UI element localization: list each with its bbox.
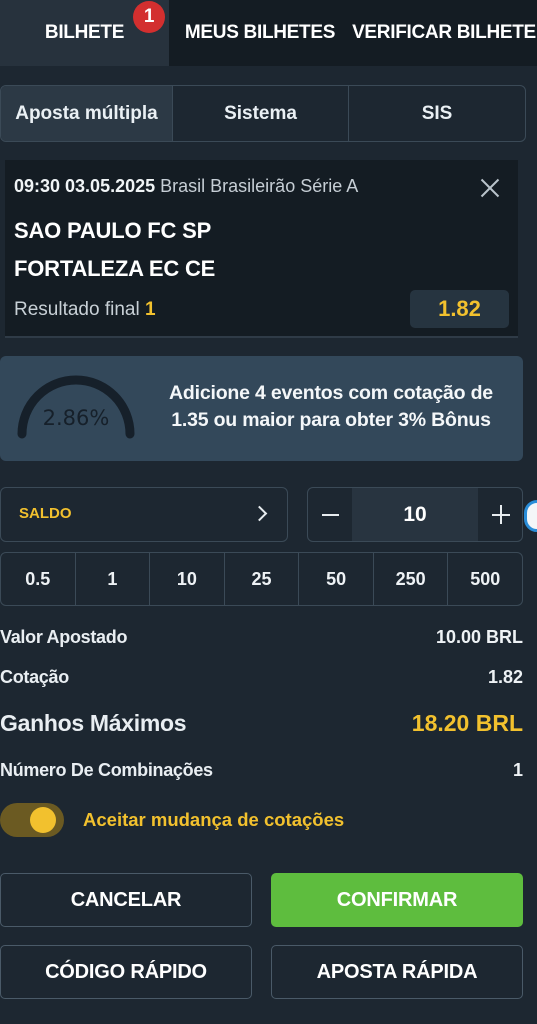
market-label: Resultado final: [14, 299, 140, 320]
market-selection: 1: [144, 299, 156, 320]
remove-event-close-icon[interactable]: [479, 177, 501, 199]
cancel-button[interactable]: CANCELAR: [0, 873, 252, 927]
odds-summary-value: 1.82: [487, 667, 523, 687]
stake-input[interactable]: 10: [352, 488, 478, 541]
quick-stake-button[interactable]: 0.5: [1, 553, 76, 605]
combinations-label: Número De Combinações: [0, 760, 213, 780]
stake-summary-row: Valor Apostado 10.00 BRL: [0, 627, 523, 648]
confirm-button[interactable]: CONFIRMAR: [271, 873, 523, 927]
betslip-tabs: BILHETE 1 MEUS BILHETES VERIFICAR BILHET…: [0, 0, 537, 66]
tab-bilhete-label: BILHETE: [44, 22, 125, 43]
away-team: FORTALEZA EC CE: [14, 256, 216, 281]
selections-count-badge: 1: [133, 1, 165, 33]
quick-stake-button[interactable]: 50: [299, 553, 374, 605]
decrease-stake-minus-icon[interactable]: [308, 488, 352, 541]
balance-label: SALDO: [19, 505, 72, 522]
increase-stake-plus-icon[interactable]: [478, 488, 522, 541]
bet-type-multiple[interactable]: Aposta múltipla: [1, 86, 173, 141]
event-odds: 1.82: [410, 290, 509, 328]
balance-selector[interactable]: SALDO: [0, 487, 288, 542]
max-win-value: 18.20 BRL: [411, 710, 523, 736]
bonus-message-line1: Adicione 4 eventos com cotação de: [169, 382, 493, 404]
quick-stake-button[interactable]: 25: [225, 553, 300, 605]
bonus-gauge-value: 2.86%: [42, 406, 110, 430]
combinations-row: Número De Combinações 1: [0, 760, 523, 781]
bet-type-sis[interactable]: SIS: [349, 86, 525, 141]
home-team: SAO PAULO FC SP: [14, 218, 212, 243]
odds-summary-label: Cotação: [0, 667, 69, 687]
chevron-right-icon: [251, 505, 268, 522]
tab-meus-bilhetes[interactable]: MEUS BILHETES: [169, 0, 351, 66]
quick-stake-button[interactable]: 10: [150, 553, 225, 605]
side-handle[interactable]: [524, 500, 537, 532]
max-win-label: Ganhos Máximos: [0, 710, 187, 736]
stake-stepper: 10: [307, 487, 523, 542]
event-card: 09:30 03.05.2025 Brasil Brasileirão Séri…: [5, 160, 518, 338]
quick-stake-button[interactable]: 500: [448, 553, 522, 605]
stake-summary-label: Valor Apostado: [0, 627, 128, 647]
toggle-knob: [30, 807, 56, 833]
accept-odds-change-label: Aceitar mudança de cotações: [83, 809, 345, 830]
quick-stake-button[interactable]: 250: [374, 553, 449, 605]
bet-type-system[interactable]: Sistema: [173, 86, 349, 141]
tab-meus-bilhetes-label: MEUS BILHETES: [184, 22, 336, 43]
tab-verificar-bilhete-label: VERIFICAR BILHETE: [352, 22, 536, 43]
combinations-value: 1: [512, 760, 523, 780]
event-market: Resultado final 1: [14, 299, 156, 321]
event-meta: 09:30 03.05.2025 Brasil Brasileirão Séri…: [14, 176, 358, 197]
event-league: Brasil Brasileirão Série A: [160, 176, 359, 196]
tab-bilhete[interactable]: BILHETE 1: [0, 0, 169, 66]
accept-odds-change-toggle[interactable]: [0, 803, 64, 837]
bonus-banner: 2.86% Adicione 4 eventos com cotação de …: [0, 356, 523, 461]
quick-stake-buttons: 0.5 1 10 25 50 250 500: [0, 552, 523, 606]
odds-summary-row: Cotação 1.82: [0, 667, 523, 688]
bonus-message: Adicione 4 eventos com cotação de 1.35 o…: [146, 380, 516, 434]
event-datetime: 09:30 03.05.2025: [14, 176, 156, 196]
bonus-message-line2: 1.35 ou maior para obter 3% Bônus: [171, 409, 491, 431]
quick-code-button[interactable]: CÓDIGO RÁPIDO: [0, 945, 252, 999]
bet-type-selector: Aposta múltipla Sistema SIS: [0, 85, 526, 142]
stake-summary-value: 10.00 BRL: [435, 627, 523, 647]
quick-bet-button[interactable]: APOSTA RÁPIDA: [271, 945, 523, 999]
quick-stake-button[interactable]: 1: [76, 553, 151, 605]
max-win-row: Ganhos Máximos 18.20 BRL: [0, 710, 523, 737]
betslip-panel: BILHETE 1 MEUS BILHETES VERIFICAR BILHET…: [0, 0, 537, 1024]
tab-verificar-bilhete[interactable]: VERIFICAR BILHETE: [351, 0, 537, 66]
